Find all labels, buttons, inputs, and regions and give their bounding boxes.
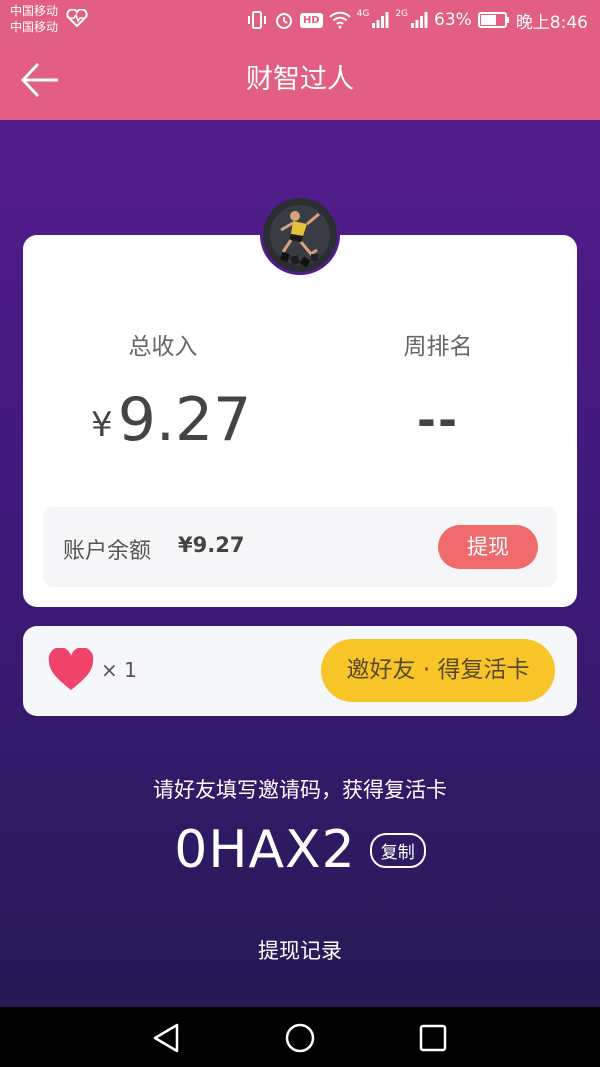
weekly-rank-value: -- [416, 393, 460, 447]
income-card: 总收入 周排名 ¥ 9.27 -- 账户余额 ¥9.27 提现 [23, 235, 577, 607]
total-income-label: 总收入 [128, 334, 198, 360]
alarm-icon [275, 13, 292, 29]
withdraw-records-link[interactable]: 提现记录 [0, 935, 600, 965]
carrier-1: 中国移动 [10, 4, 59, 18]
balance-bar: 账户余额 ¥9.27 提现 [43, 507, 557, 587]
balance-label: 账户余额 [63, 539, 152, 564]
invite-friends-button[interactable]: 邀好友 · 得复活卡 [321, 639, 555, 702]
avatar [260, 195, 340, 275]
nav-back-icon[interactable] [150, 1021, 184, 1055]
battery-percent: 63% [434, 10, 472, 30]
system-nav-bar [0, 1007, 600, 1067]
weekly-rank-label: 周排名 [403, 334, 473, 360]
carrier-2: 中国移动 [10, 20, 59, 34]
hd-badge: HD [299, 12, 323, 28]
heart-icon [48, 648, 94, 690]
nav-recents-icon[interactable] [416, 1021, 450, 1055]
health-heart-icon [66, 9, 88, 27]
app-header: 财智过人 [0, 40, 600, 120]
main-content: 总收入 周排名 ¥ 9.27 -- 账户余额 ¥9.27 提现 × 1 邀好友 … [0, 120, 600, 1007]
wifi-icon [328, 11, 351, 29]
signal-icon-2 [411, 12, 428, 28]
currency-symbol: ¥ [91, 405, 113, 445]
status-icons: HD 4G 2G 63% 晚上8:46 [246, 8, 588, 33]
signal-icon-1 [372, 12, 389, 28]
net-type-1: 4G [356, 9, 370, 19]
invite-code-row: 0HAX2 复制 [0, 820, 600, 880]
invite-hint: 请好友填写邀请码，获得复活卡 [153, 778, 447, 802]
net-type-2: 2G [395, 9, 409, 19]
withdraw-button[interactable]: 提现 [438, 525, 538, 569]
clock: 晚上8:46 [515, 12, 588, 33]
copy-button[interactable]: 复制 [369, 832, 426, 868]
total-income-value: ¥ 9.27 [91, 385, 251, 455]
status-bar: 中国移动 中国移动 HD 4G 2G 63% 晚上8:46 [0, 0, 600, 40]
avatar-image [263, 198, 337, 272]
nav-home-icon[interactable] [283, 1021, 317, 1055]
invite-code: 0HAX2 [174, 820, 356, 880]
page-title: 财智过人 [246, 64, 354, 95]
vibrate-icon [247, 11, 266, 29]
battery-icon [477, 12, 509, 28]
lives-count: × 1 [101, 658, 137, 682]
lives-card: × 1 邀好友 · 得复活卡 [23, 626, 577, 716]
income-amount: 9.27 [117, 385, 252, 455]
balance-value: ¥9.27 [178, 533, 245, 557]
carrier-info: 中国移动 中国移动 [10, 3, 58, 35]
